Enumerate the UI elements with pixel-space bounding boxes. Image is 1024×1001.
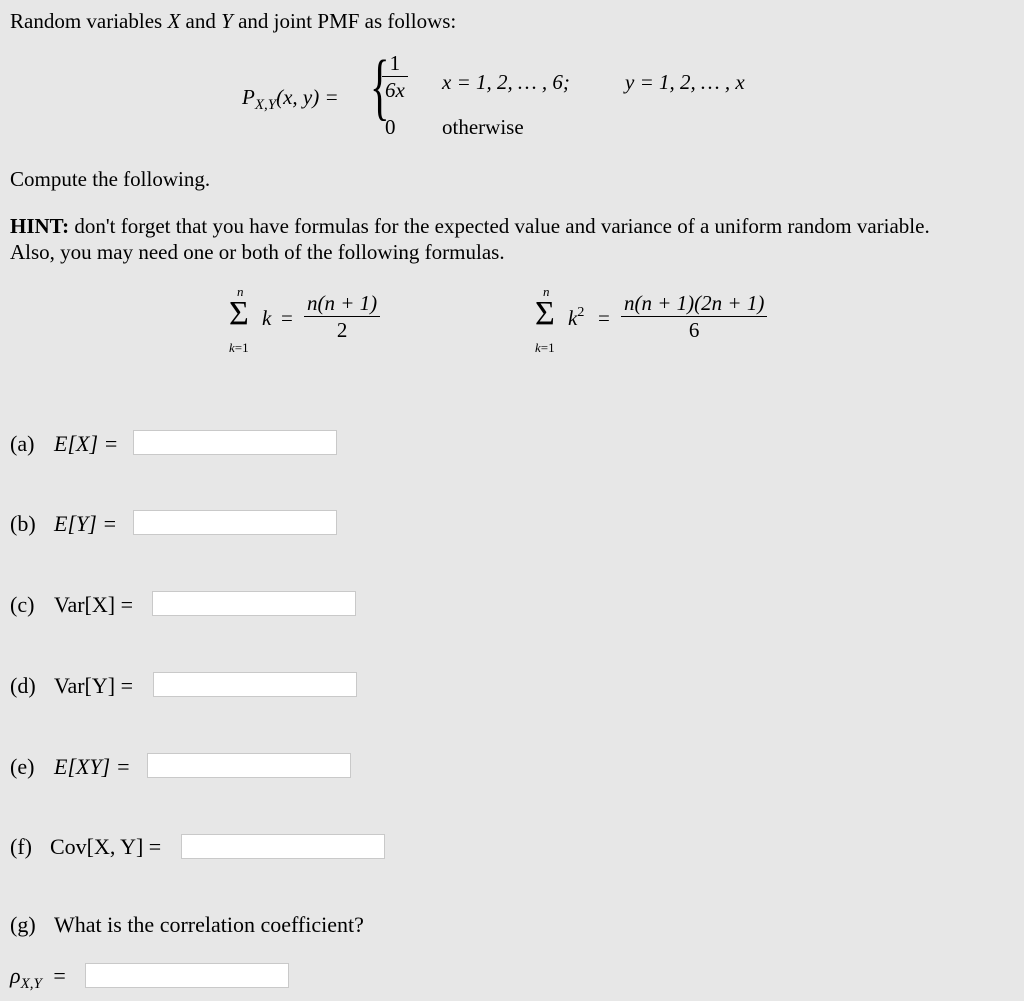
answer-input-var-y[interactable] (153, 672, 357, 697)
question-c-label: (c) Var[X] = (10, 592, 133, 617)
question-e-label: (e) E[XY] = (10, 754, 131, 779)
var-x: X (167, 9, 181, 33)
answer-input-var-x[interactable] (152, 591, 356, 616)
sigma-icon: Σ (535, 295, 555, 332)
answer-input-correlation[interactable] (85, 963, 289, 988)
sum-term: k2 (568, 305, 585, 330)
correlation-label: ρX,Y = (10, 963, 66, 992)
question-g-label: (g) What is the correlation coefficient? (10, 912, 364, 937)
pmf-fraction: 1 6x (382, 50, 408, 103)
question-b-label: (b) E[Y] = (10, 511, 118, 536)
sum-term: k (262, 306, 272, 330)
hint-line-1: HINT: don't forget that you have formula… (10, 214, 930, 238)
sum-fraction: n(n + 1) 2 (304, 290, 381, 343)
pmf-condition-x: x = 1, 2, … , 6; (442, 70, 570, 94)
pmf-zero: 0 (385, 115, 396, 139)
sum-lower-limit: k=1 (229, 340, 249, 355)
intro-text: Random variables X and Y and joint PMF a… (10, 9, 457, 33)
answer-input-expected-xy[interactable] (147, 753, 351, 778)
equals-sign: = (281, 306, 293, 330)
question-d-label: (d) Var[Y] = (10, 673, 133, 698)
sum-fraction: n(n + 1)(2n + 1) 6 (621, 290, 768, 343)
var-y: Y (221, 9, 233, 33)
compute-text: Compute the following. (10, 167, 211, 191)
pmf-lhs: PX,Y(x, y) = (242, 85, 339, 113)
answer-input-expected-y[interactable] (133, 510, 337, 535)
question-f-label: (f) Cov[X, Y] = (10, 834, 162, 859)
pmf-condition-y: y = 1, 2, … , x (625, 70, 745, 94)
question-a-label: (a) E[X] = (10, 431, 119, 456)
sum-lower-limit: k=1 (535, 340, 555, 355)
hint-line-2: Also, you may need one or both of the fo… (10, 240, 505, 264)
answer-input-expected-x[interactable] (133, 430, 337, 455)
equals-sign: = (598, 306, 610, 330)
pmf-otherwise: otherwise (442, 115, 524, 139)
answer-input-covariance[interactable] (181, 834, 385, 859)
sigma-icon: Σ (229, 295, 249, 332)
hint-label: HINT: (10, 214, 70, 238)
